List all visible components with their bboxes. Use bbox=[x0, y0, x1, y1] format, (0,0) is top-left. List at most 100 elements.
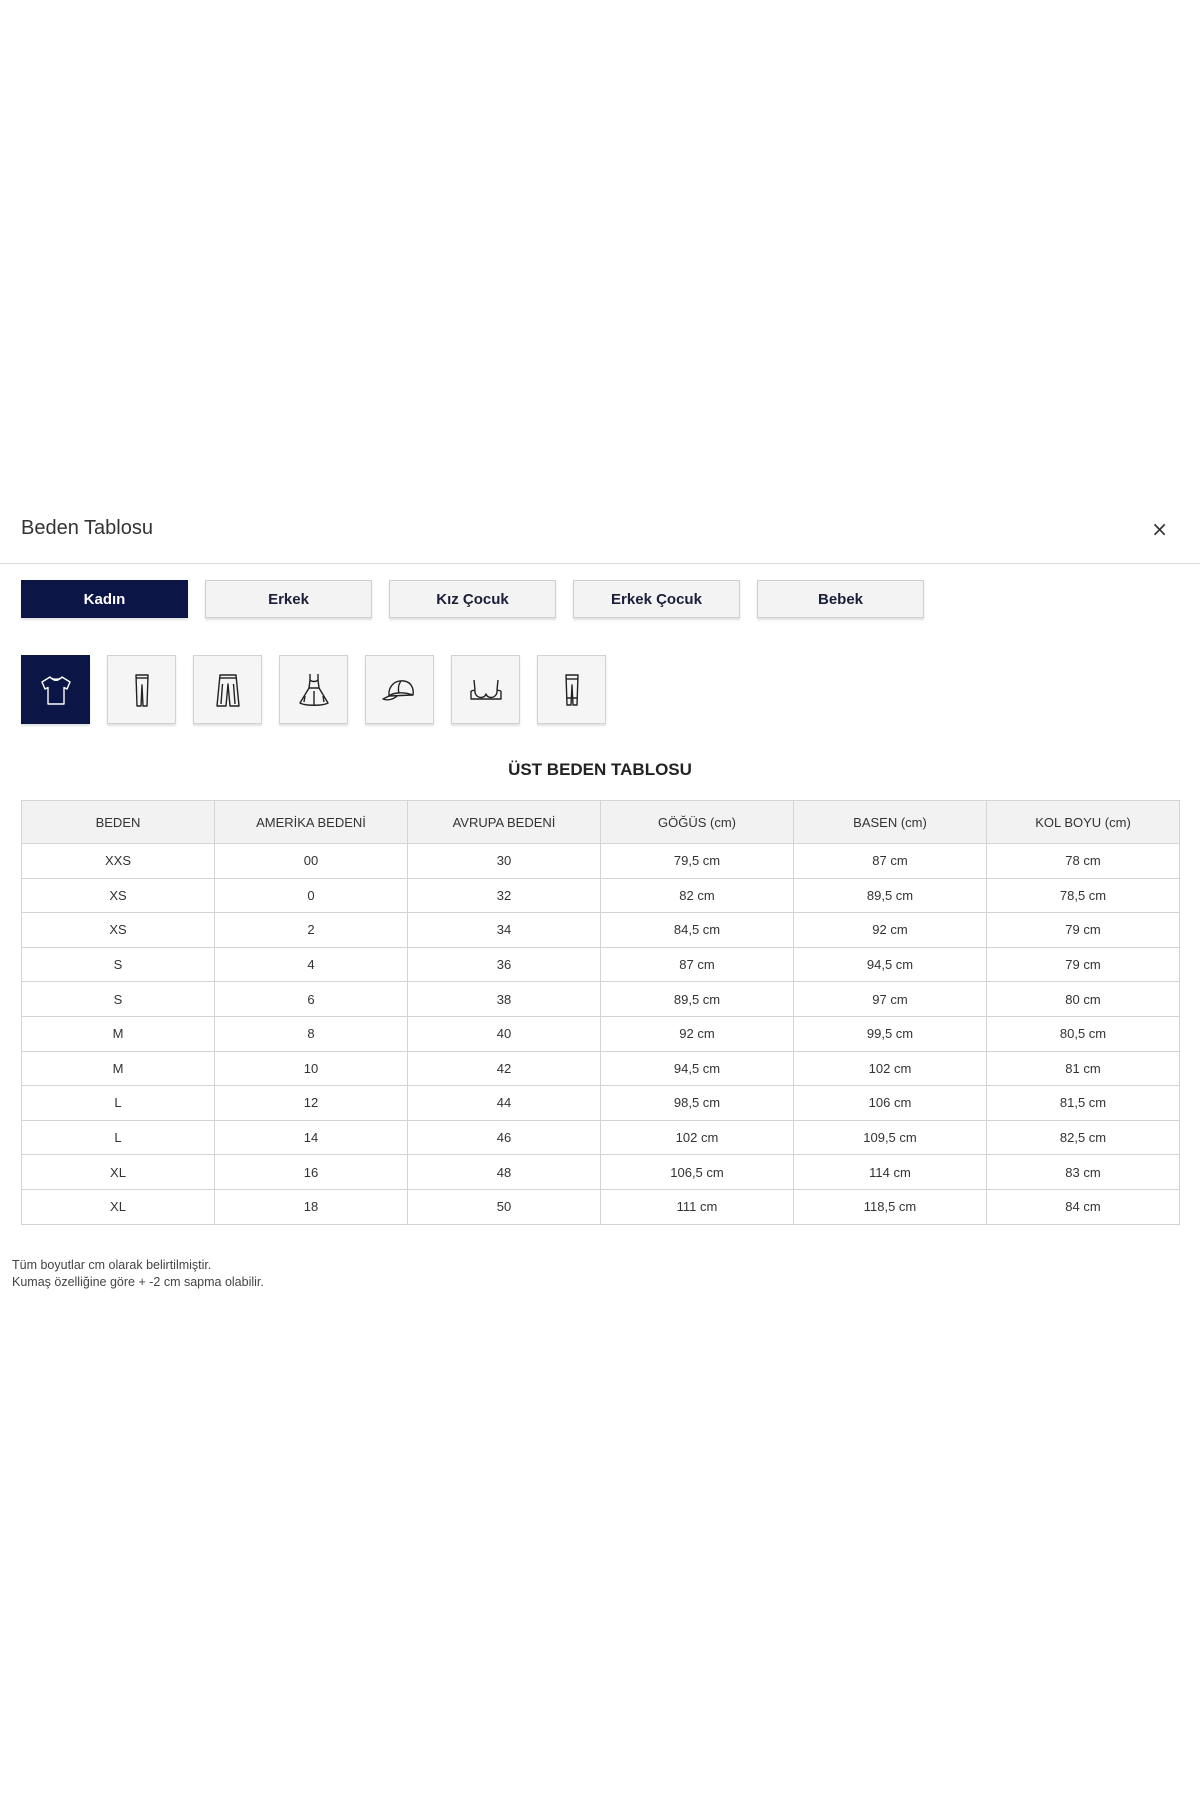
header-avrupa-bedeni: AVRUPA BEDENİ bbox=[407, 800, 601, 844]
table-cell: M bbox=[21, 1015, 215, 1052]
table-cell: L bbox=[21, 1085, 215, 1121]
cap-icon bbox=[381, 679, 414, 700]
table-cell: S bbox=[21, 946, 215, 983]
garment-tab-cap[interactable] bbox=[365, 655, 434, 724]
table-cell: 34 bbox=[407, 912, 601, 948]
table-cell: 82 cm bbox=[600, 877, 794, 914]
garment-tab-tshirt[interactable] bbox=[21, 655, 90, 724]
table-cell: 109,5 cm bbox=[793, 1119, 987, 1156]
table-row: L 12 44 98,5 cm 106 cm 81,5 cm bbox=[21, 1085, 1180, 1121]
table-cell: 94,5 cm bbox=[793, 946, 987, 983]
table-cell: 84 cm bbox=[986, 1188, 1180, 1225]
table-cell: 111 cm bbox=[600, 1188, 794, 1225]
table-cell: 87 cm bbox=[793, 843, 987, 879]
table-cell: 102 cm bbox=[793, 1050, 987, 1087]
table-cell: 92 cm bbox=[793, 912, 987, 948]
tab-kiz-cocuk[interactable]: Kız Çocuk bbox=[389, 580, 556, 618]
table-cell: 79,5 cm bbox=[600, 843, 794, 879]
table-cell: 84,5 cm bbox=[600, 912, 794, 948]
tab-erkek[interactable]: Erkek bbox=[205, 580, 372, 618]
table-cell: XL bbox=[21, 1188, 215, 1225]
table-cell: 78 cm bbox=[986, 843, 1180, 879]
table-cell: 106,5 cm bbox=[600, 1154, 794, 1190]
table-cell: 99,5 cm bbox=[793, 1015, 987, 1052]
dress-icon bbox=[298, 673, 329, 706]
size-chart-modal: Beden Tablosu × Kadın Erkek Kız Çocuk Er… bbox=[0, 505, 1200, 1289]
table-cell: 0 bbox=[214, 877, 408, 914]
leggings-icon bbox=[564, 673, 579, 706]
garment-tab-leggings[interactable] bbox=[537, 655, 606, 724]
table-row: XL 18 50 111 cm 118,5 cm 84 cm bbox=[21, 1188, 1180, 1225]
table-cell: 14 bbox=[214, 1119, 408, 1156]
wide-trousers-icon bbox=[215, 673, 240, 707]
table-cell: 16 bbox=[214, 1154, 408, 1190]
table-cell: 79 cm bbox=[986, 946, 1180, 983]
size-table: BEDEN AMERİKA BEDENİ AVRUPA BEDENİ GÖĞÜS… bbox=[21, 800, 1180, 1225]
table-title: ÜST BEDEN TABLOSU bbox=[508, 760, 692, 779]
tab-erkek-cocuk[interactable]: Erkek Çocuk bbox=[573, 580, 740, 618]
bra-icon bbox=[469, 679, 502, 700]
table-cell: M bbox=[21, 1050, 215, 1087]
table-cell: 106 cm bbox=[793, 1085, 987, 1121]
table-cell: 46 bbox=[407, 1119, 601, 1156]
garment-type-tabs bbox=[21, 655, 606, 724]
table-cell: 4 bbox=[214, 946, 408, 983]
table-cell: 79 cm bbox=[986, 912, 1180, 948]
category-tabs: Kadın Erkek Kız Çocuk Erkek Çocuk Bebek bbox=[21, 580, 924, 618]
table-row: S 4 36 87 cm 94,5 cm 79 cm bbox=[21, 946, 1180, 983]
table-cell: 98,5 cm bbox=[600, 1085, 794, 1121]
tab-bebek[interactable]: Bebek bbox=[757, 580, 924, 618]
table-cell: 89,5 cm bbox=[793, 877, 987, 914]
table-cell: 82,5 cm bbox=[986, 1119, 1180, 1156]
table-cell: XL bbox=[21, 1154, 215, 1190]
table-row: XS 0 32 82 cm 89,5 cm 78,5 cm bbox=[21, 877, 1180, 914]
table-cell: 80 cm bbox=[986, 981, 1180, 1017]
table-cell: 6 bbox=[214, 981, 408, 1017]
table-cell: 40 bbox=[407, 1015, 601, 1052]
note-line: Kumaş özelliğine göre + -2 cm sapma olab… bbox=[12, 1275, 264, 1289]
table-cell: 50 bbox=[407, 1188, 601, 1225]
table-cell: 80,5 cm bbox=[986, 1015, 1180, 1052]
table-cell: 48 bbox=[407, 1154, 601, 1190]
table-cell: 32 bbox=[407, 877, 601, 914]
table-row: XXS 00 30 79,5 cm 87 cm 78 cm bbox=[21, 843, 1180, 879]
table-cell: 00 bbox=[214, 843, 408, 879]
garment-tab-dress[interactable] bbox=[279, 655, 348, 724]
table-cell: 97 cm bbox=[793, 981, 987, 1017]
table-cell: 94,5 cm bbox=[600, 1050, 794, 1087]
table-cell: XS bbox=[21, 877, 215, 914]
garment-tab-wide-trousers[interactable] bbox=[193, 655, 262, 724]
table-cell: XXS bbox=[21, 843, 215, 879]
table-cell: 102 cm bbox=[600, 1119, 794, 1156]
header-gogus: GÖĞÜS (cm) bbox=[600, 800, 794, 844]
table-row: XS 2 34 84,5 cm 92 cm 79 cm bbox=[21, 912, 1180, 948]
table-cell: 83 cm bbox=[986, 1154, 1180, 1190]
table-row: M 10 42 94,5 cm 102 cm 81 cm bbox=[21, 1050, 1180, 1087]
table-cell: 38 bbox=[407, 981, 601, 1017]
modal-title: Beden Tablosu bbox=[21, 517, 153, 539]
tab-kadin[interactable]: Kadın bbox=[21, 580, 188, 618]
table-row: XL 16 48 106,5 cm 114 cm 83 cm bbox=[21, 1154, 1180, 1190]
table-cell: 30 bbox=[407, 843, 601, 879]
header-basen: BASEN (cm) bbox=[793, 800, 987, 844]
table-cell: 87 cm bbox=[600, 946, 794, 983]
table-row: L 14 46 102 cm 109,5 cm 82,5 cm bbox=[21, 1119, 1180, 1156]
size-notes: Tüm boyutlar cm olarak belirtilmiştir. K… bbox=[12, 1257, 264, 1291]
table-cell: 92 cm bbox=[600, 1015, 794, 1052]
modal-header: Beden Tablosu × bbox=[0, 505, 1200, 564]
table-cell: 81 cm bbox=[986, 1050, 1180, 1087]
table-cell: 78,5 cm bbox=[986, 877, 1180, 914]
close-button[interactable]: × bbox=[1147, 515, 1172, 543]
table-cell: 8 bbox=[214, 1015, 408, 1052]
table-cell: 81,5 cm bbox=[986, 1085, 1180, 1121]
garment-tab-bra[interactable] bbox=[451, 655, 520, 724]
garment-tab-pants[interactable] bbox=[107, 655, 176, 724]
table-cell: XS bbox=[21, 912, 215, 948]
table-cell: S bbox=[21, 981, 215, 1017]
pants-icon bbox=[134, 673, 149, 707]
header-beden: BEDEN bbox=[21, 800, 215, 844]
table-cell: 12 bbox=[214, 1085, 408, 1121]
table-row: M 8 40 92 cm 99,5 cm 80,5 cm bbox=[21, 1015, 1180, 1052]
table-cell: 36 bbox=[407, 946, 601, 983]
table-cell: 10 bbox=[214, 1050, 408, 1087]
